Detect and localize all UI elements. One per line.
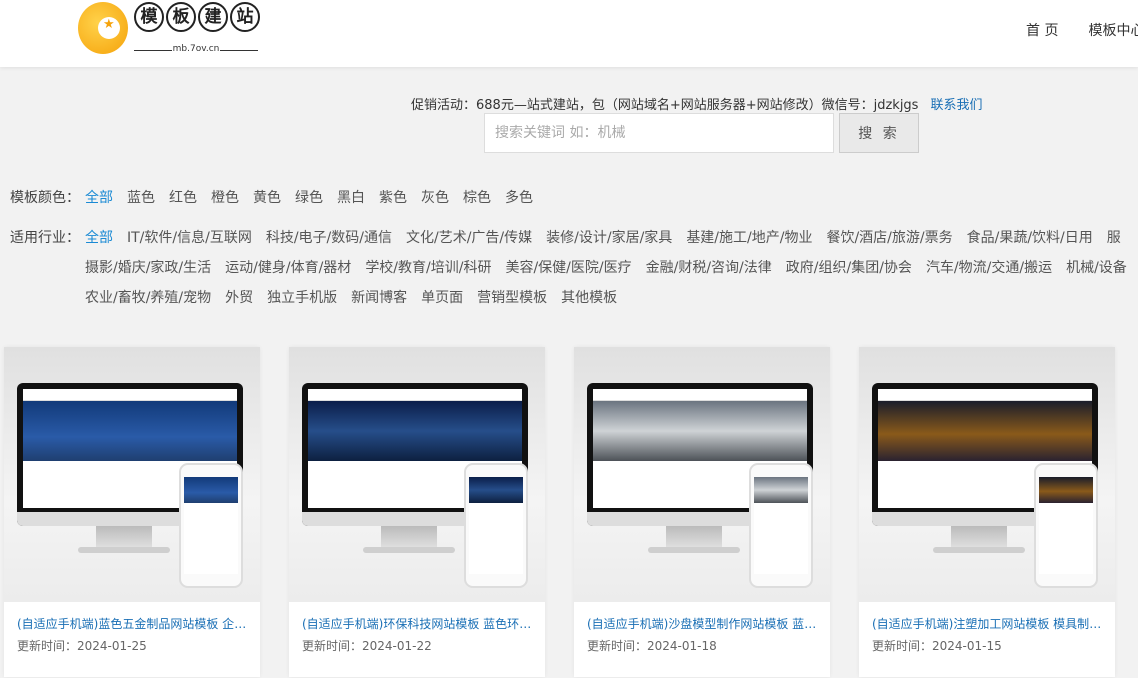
- color-filter-option[interactable]: 红色: [169, 183, 197, 213]
- color-filter-label: 模板颜色：: [10, 190, 80, 206]
- star-icon: ★: [103, 17, 115, 32]
- industry-filter-option[interactable]: 农业/畜牧/养殖/宠物: [85, 283, 211, 313]
- monitor-stand: [666, 526, 722, 548]
- template-title[interactable]: (自适应手机端)注塑加工网站模板 模具制造网站: [872, 615, 1102, 632]
- monitor-base: [363, 547, 455, 553]
- date-label: 更新时间：: [302, 639, 363, 653]
- color-filter-option[interactable]: 橙色: [211, 183, 239, 213]
- color-filter-options: 全部 蓝色 红色 橙色 黄色 绿色 黑白 紫色 灰色 棕色 多色: [85, 183, 1138, 213]
- color-filter-option[interactable]: 绿色: [295, 183, 323, 213]
- phone-preview: [179, 463, 243, 588]
- template-date: 更新时间：2024-01-15: [872, 637, 1102, 654]
- monitor-stand: [96, 526, 152, 548]
- search-button[interactable]: 搜 索: [839, 113, 919, 153]
- industry-filter-option[interactable]: 全部: [85, 223, 113, 253]
- monitor-stand: [951, 526, 1007, 548]
- industry-filter-option[interactable]: 营销型模板: [477, 283, 547, 313]
- date-label: 更新时间：: [17, 639, 78, 653]
- industry-filter-option[interactable]: 文化/艺术/广告/传媒: [406, 223, 532, 253]
- industry-filter-option[interactable]: 基建/施工/地产/物业: [686, 223, 812, 253]
- industry-filter-option[interactable]: 新闻博客: [351, 283, 407, 313]
- template-date: 更新时间：2024-01-25: [17, 637, 247, 654]
- industry-filter-option[interactable]: 机械/设备: [1066, 253, 1127, 283]
- industry-filter-option[interactable]: 其他模板: [561, 283, 617, 313]
- main-nav: 首 页 模板中心: [1026, 20, 1138, 40]
- industry-filter-option[interactable]: 科技/电子/数码/通信: [266, 223, 392, 253]
- industry-filter-option[interactable]: 摄影/婚庆/家政/生活: [85, 253, 211, 283]
- logo-char: 模: [134, 2, 164, 32]
- industry-filter-option[interactable]: 金融/财税/咨询/法律: [646, 253, 772, 283]
- template-thumbnail[interactable]: [289, 347, 545, 602]
- logo-domain: mb.7ov.cn: [134, 44, 258, 54]
- date-label: 更新时间：: [872, 639, 933, 653]
- industry-filter-option[interactable]: 餐饮/酒店/旅游/票务: [826, 223, 952, 253]
- template-title[interactable]: (自适应手机端)环保科技网站模板 蓝色环保网站: [302, 615, 532, 632]
- promo-text: 促销活动：688元—站式建站，包（网站域名+网站服务器+网站修改）微信号：jdz…: [411, 98, 919, 113]
- logo-char: 站: [230, 2, 260, 32]
- template-date: 更新时间：2024-01-18: [587, 637, 817, 654]
- industry-filter-option[interactable]: 美容/保健/医院/医疗: [505, 253, 631, 283]
- template-thumbnail[interactable]: [859, 347, 1115, 602]
- date-value: 2024-01-18: [647, 639, 717, 653]
- template-grid: (自适应手机端)蓝色五金制品网站模板 企业网站 更新时间：2024-01-25 …: [4, 347, 1115, 677]
- date-value: 2024-01-25: [77, 639, 147, 653]
- industry-filter-option[interactable]: 运动/健身/体育/器材: [225, 253, 351, 283]
- template-card[interactable]: (自适应手机端)沙盘模型制作网站模板 蓝色网站 更新时间：2024-01-18: [574, 347, 830, 677]
- logo-char: 板: [166, 2, 196, 32]
- monitor-base: [933, 547, 1025, 553]
- color-filter-option[interactable]: 全部: [85, 183, 113, 213]
- template-title[interactable]: (自适应手机端)沙盘模型制作网站模板 蓝色网站: [587, 615, 817, 632]
- color-filter-option[interactable]: 多色: [505, 183, 533, 213]
- site-logo[interactable]: ★ 模 板 建 站 mb.7ov.cn: [78, 0, 263, 60]
- industry-filter-option[interactable]: 服: [1107, 223, 1121, 253]
- template-card[interactable]: (自适应手机端)注塑加工网站模板 模具制造网站 更新时间：2024-01-15: [859, 347, 1115, 677]
- industry-filter-option[interactable]: 单页面: [421, 283, 463, 313]
- promo-banner: 促销活动：688元—站式建站，包（网站域名+网站服务器+网站修改）微信号：jdz…: [411, 94, 982, 113]
- color-filter-option[interactable]: 紫色: [379, 183, 407, 213]
- industry-filter-option[interactable]: 学校/教育/培训/科研: [365, 253, 491, 283]
- color-filter-option[interactable]: 灰色: [421, 183, 449, 213]
- monitor-stand: [381, 526, 437, 548]
- template-thumbnail[interactable]: [574, 347, 830, 602]
- color-filter-option[interactable]: 棕色: [463, 183, 491, 213]
- phone-preview: [464, 463, 528, 588]
- industry-filter-options: 全部 IT/软件/信息/互联网 科技/电子/数码/通信 文化/艺术/广告/传媒 装修/设…: [85, 223, 1138, 313]
- logo-text: 模 板 建 站: [134, 2, 260, 32]
- monitor-base: [78, 547, 170, 553]
- template-title[interactable]: (自适应手机端)蓝色五金制品网站模板 企业网站: [17, 615, 247, 632]
- industry-filter-option[interactable]: 外贸: [225, 283, 253, 313]
- phone-preview: [1034, 463, 1098, 588]
- industry-filter-option[interactable]: IT/软件/信息/互联网: [127, 223, 252, 253]
- phone-preview: [749, 463, 813, 588]
- color-filter-option[interactable]: 黑白: [337, 183, 365, 213]
- nav-home[interactable]: 首 页: [1026, 20, 1058, 40]
- nav-template-center[interactable]: 模板中心: [1088, 20, 1138, 40]
- monitor-base: [648, 547, 740, 553]
- color-filter-option[interactable]: 黄色: [253, 183, 281, 213]
- date-value: 2024-01-15: [932, 639, 1002, 653]
- date-value: 2024-01-22: [362, 639, 432, 653]
- template-card[interactable]: (自适应手机端)蓝色五金制品网站模板 企业网站 更新时间：2024-01-25: [4, 347, 260, 677]
- industry-filter-label: 适用行业：: [10, 230, 80, 246]
- date-label: 更新时间：: [587, 639, 648, 653]
- search-input[interactable]: [484, 113, 834, 153]
- logo-char: 建: [198, 2, 228, 32]
- industry-filter-option[interactable]: 汽车/物流/交通/搬运: [926, 253, 1052, 283]
- industry-filter-option[interactable]: 独立手机版: [267, 283, 337, 313]
- industry-filter-option[interactable]: 食品/果蔬/饮料/日用: [967, 223, 1093, 253]
- color-filter-option[interactable]: 蓝色: [127, 183, 155, 213]
- template-card[interactable]: (自适应手机端)环保科技网站模板 蓝色环保网站 更新时间：2024-01-22: [289, 347, 545, 677]
- site-header: ★ 模 板 建 站 mb.7ov.cn 首 页 模板中心: [0, 0, 1138, 67]
- contact-link[interactable]: 联系我们: [930, 98, 982, 113]
- industry-filter-option[interactable]: 政府/组织/集团/协会: [786, 253, 912, 283]
- template-date: 更新时间：2024-01-22: [302, 637, 532, 654]
- template-thumbnail[interactable]: [4, 347, 260, 602]
- industry-filter-option[interactable]: 装修/设计/家居/家具: [546, 223, 672, 253]
